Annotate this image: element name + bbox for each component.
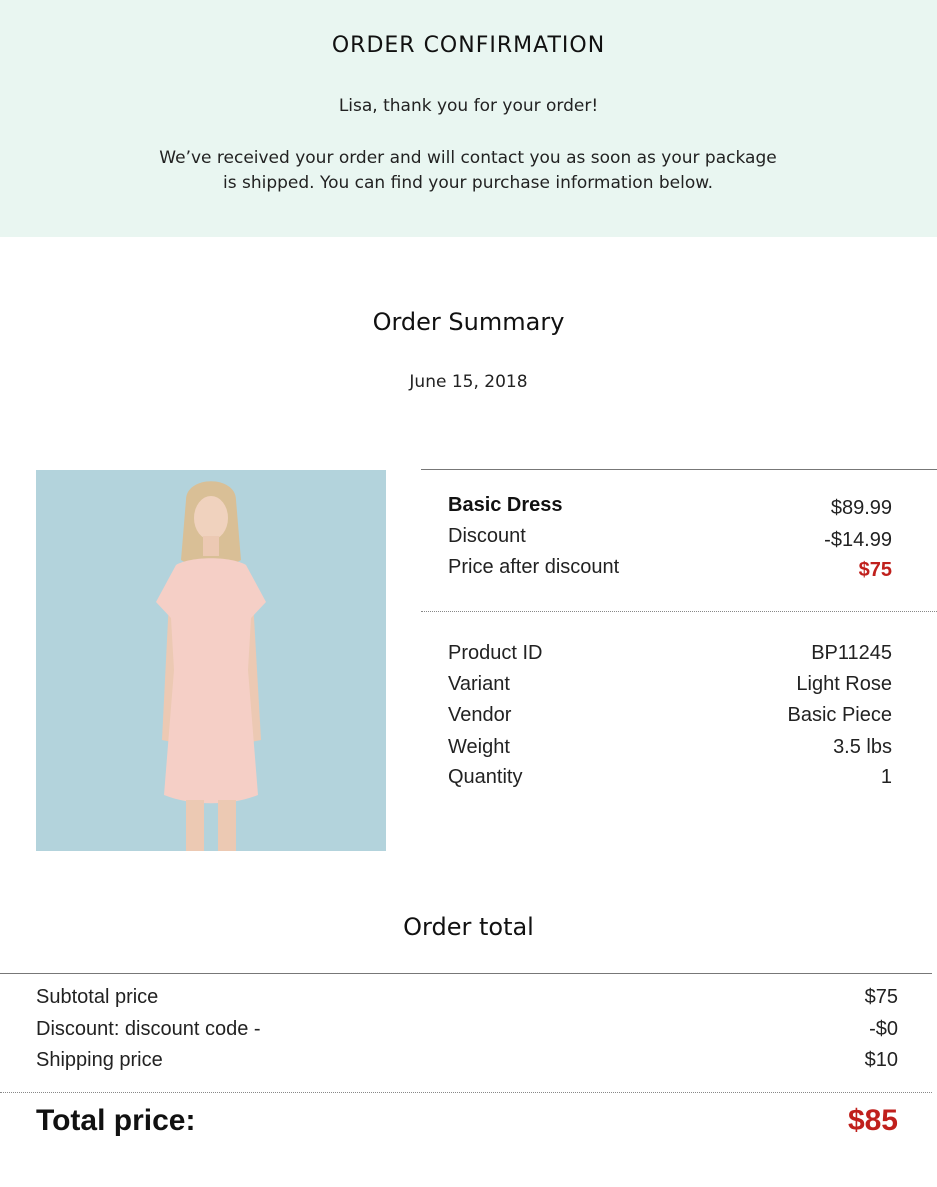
total-price-value: $85	[847, 1104, 898, 1137]
price-after-discount-label: Price after discount	[448, 556, 620, 578]
product-image	[36, 470, 386, 851]
product-price: $89.99	[830, 497, 892, 519]
detail-value: 1	[880, 766, 892, 788]
order-summary-title: Order Summary	[372, 308, 565, 336]
totals-top-divider	[0, 973, 932, 974]
subtotal-value: $75	[864, 986, 898, 1008]
detail-label: Product ID	[448, 642, 543, 664]
detail-value: 3.5 lbs	[833, 736, 892, 758]
order-total-title: Order total	[403, 913, 534, 941]
totals-dotted-divider	[0, 1092, 932, 1093]
detail-value: Light Rose	[796, 673, 892, 695]
total-price-label: Total price:	[36, 1104, 196, 1137]
order-date: June 15, 2018	[409, 372, 528, 392]
detail-label: Variant	[448, 673, 510, 695]
detail-label: Quantity	[448, 766, 523, 788]
discount-code-label: Discount: discount code -	[36, 1018, 261, 1040]
page-title: ORDER CONFIRMATION	[331, 33, 606, 58]
detail-label: Vendor	[448, 704, 512, 726]
message-line-2: is shipped. You can find your purchase i…	[222, 173, 713, 193]
shipping-value: $10	[864, 1049, 898, 1071]
product-top-divider	[421, 469, 937, 470]
greeting-text: Lisa, thank you for your order!	[338, 96, 599, 116]
detail-value: Basic Piece	[787, 704, 893, 726]
detail-label: Weight	[448, 736, 510, 758]
price-after-discount-value: $75	[858, 559, 892, 581]
shipping-label: Shipping price	[36, 1049, 163, 1071]
subtotal-label: Subtotal price	[36, 986, 159, 1008]
discount-code-value: -$0	[869, 1018, 898, 1040]
confirmation-message: We’ve received your order and will conta…	[118, 146, 818, 196]
discount-label: Discount	[448, 525, 526, 547]
product-name: Basic Dress	[448, 494, 563, 516]
discount-value: -$14.99	[824, 529, 892, 551]
product-dotted-divider	[421, 611, 937, 612]
message-line-1: We’ve received your order and will conta…	[159, 148, 777, 168]
detail-value: BP11245	[811, 642, 892, 664]
